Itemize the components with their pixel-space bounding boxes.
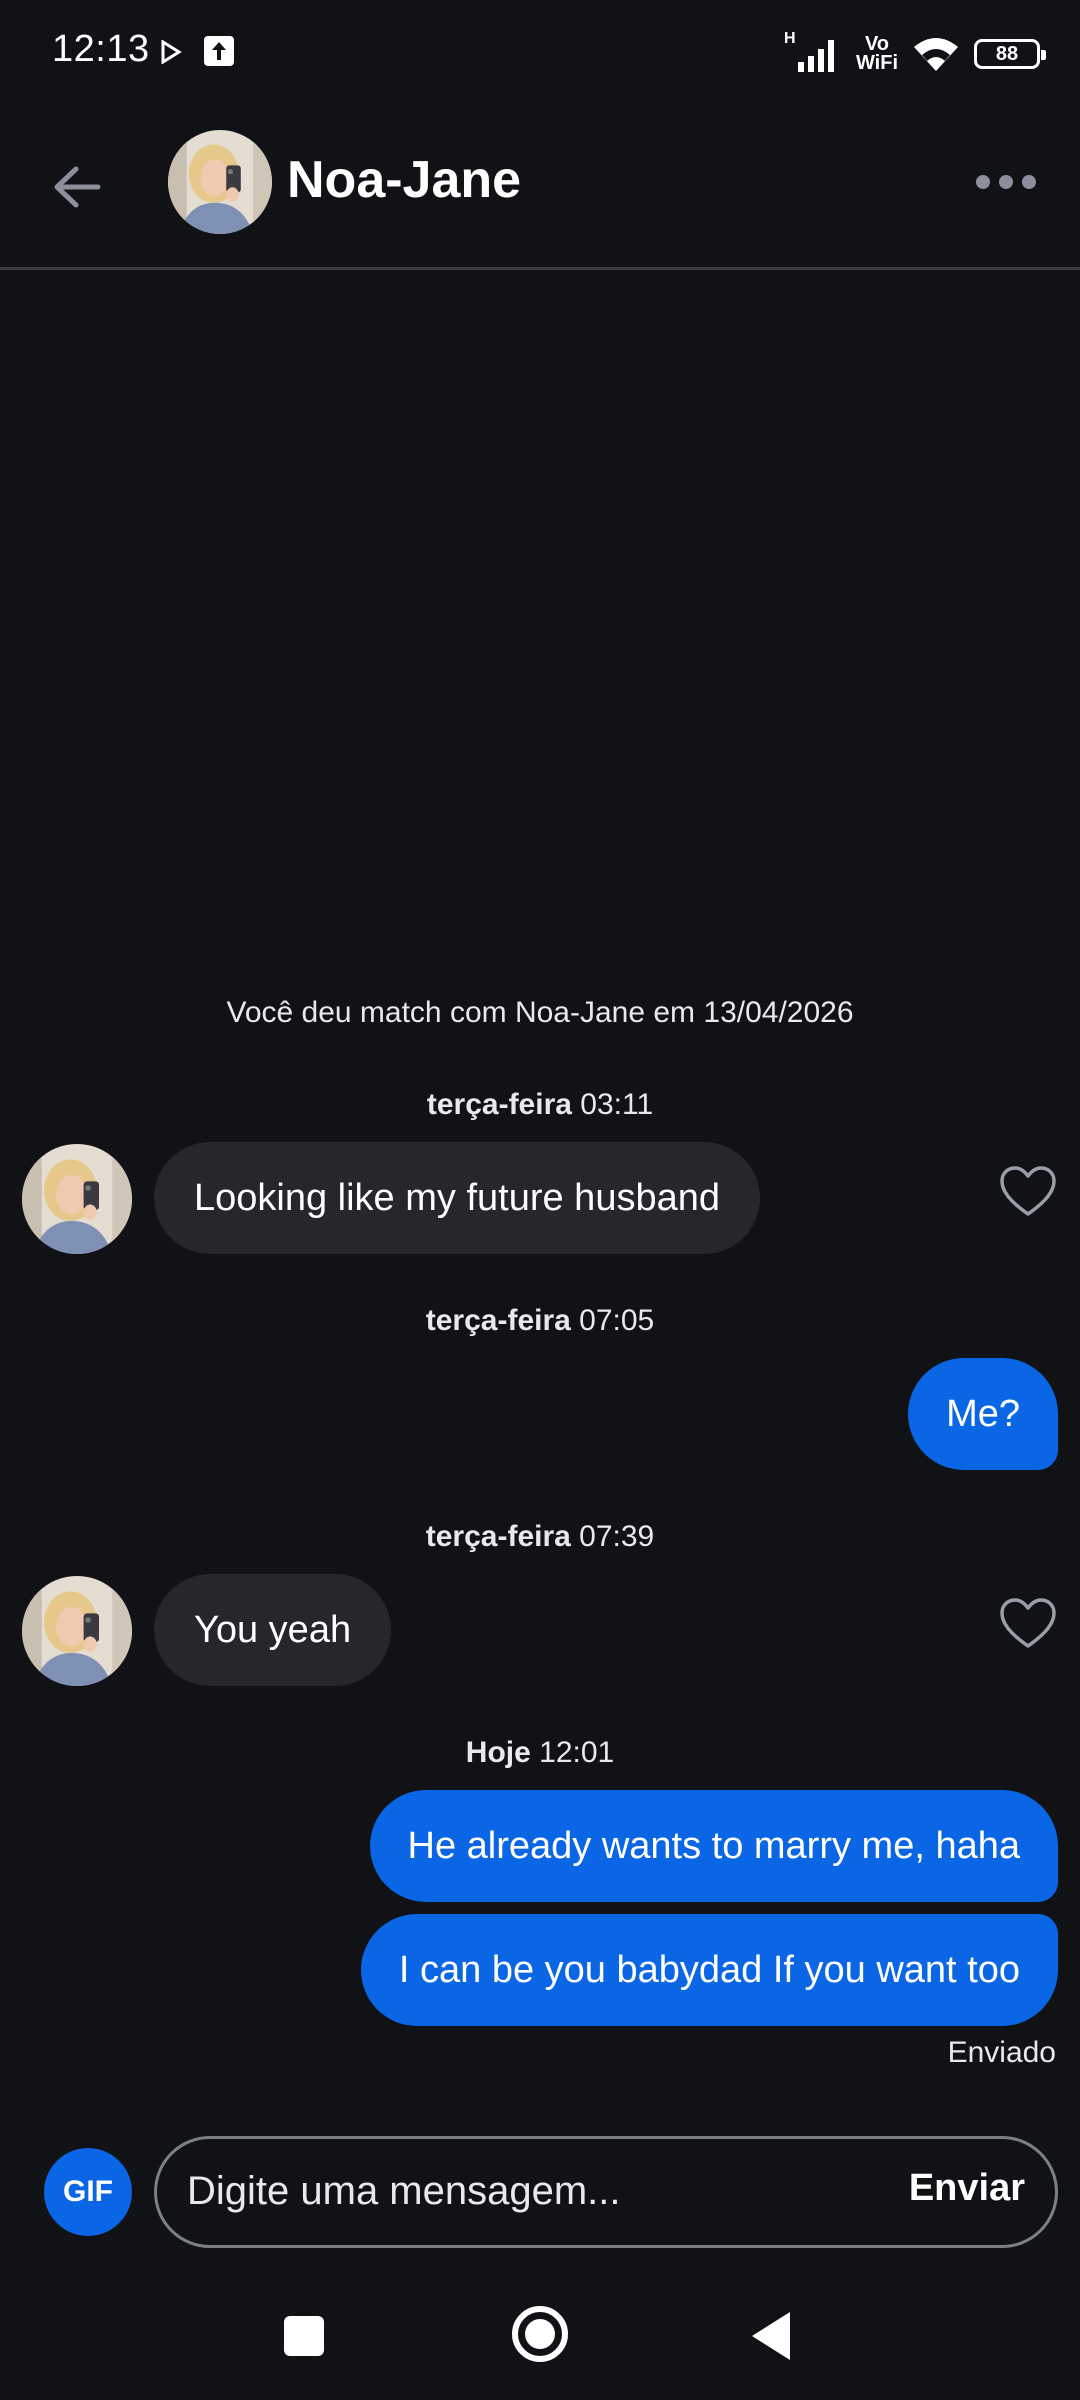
- signal-icon: H: [784, 30, 842, 74]
- incoming-message[interactable]: Looking like my future husband: [154, 1142, 760, 1254]
- upload-icon: [204, 36, 234, 66]
- more-options-button[interactable]: [968, 162, 1044, 202]
- message-placeholder: Digite uma mensagem...: [187, 2169, 621, 2213]
- battery-level: 88: [995, 42, 1019, 65]
- sender-avatar[interactable]: [22, 1576, 132, 1686]
- wifi-icon: [914, 38, 958, 71]
- more-icon: [976, 175, 990, 189]
- timestamp-label: terça-feira 07:39: [0, 1520, 1080, 1554]
- back-button[interactable]: [46, 156, 108, 218]
- timestamp-label: terça-feira 03:11: [0, 1088, 1080, 1122]
- timestamp-day: Hoje: [465, 1736, 531, 1769]
- timestamp-time: 07:05: [579, 1304, 655, 1337]
- gif-button[interactable]: GIF: [44, 2148, 132, 2236]
- play-icon: [161, 40, 182, 64]
- chat-screen: 12:13 H Vo WiFi 88 Noa-Jane Você deu mat…: [0, 0, 1080, 2400]
- status-bar: 12:13 H Vo WiFi 88: [0, 0, 1080, 110]
- more-icon-dot: [999, 175, 1013, 189]
- sent-status: Enviado: [947, 2036, 1056, 2069]
- status-time: 12:13: [52, 28, 150, 70]
- send-button[interactable]: Enviar: [909, 2167, 1025, 2210]
- profile-avatar[interactable]: [168, 130, 272, 234]
- timestamp-day: terça-feira: [425, 1304, 571, 1337]
- vowifi-indicator: Vo WiFi: [855, 34, 898, 74]
- avatar-photo: [22, 1144, 132, 1254]
- contact-name[interactable]: Noa-Jane: [287, 150, 521, 210]
- timestamp-time: 12:01: [539, 1736, 615, 1769]
- timestamp-label: Hoje 12:01: [0, 1736, 1080, 1770]
- timestamp-day: terça-feira: [425, 1520, 571, 1553]
- battery-icon: 88: [974, 39, 1046, 69]
- sender-avatar[interactable]: [22, 1144, 132, 1254]
- heart-icon[interactable]: [998, 1594, 1058, 1654]
- status-icons: H Vo WiFi 88: [784, 30, 1046, 78]
- avatar-photo: [22, 1576, 132, 1686]
- outgoing-message[interactable]: He already wants to marry me, haha: [369, 1790, 1058, 1902]
- incoming-message[interactable]: You yeah: [154, 1574, 392, 1686]
- match-notice: Você deu match com Noa-Jane em 13/04/202…: [226, 996, 854, 1029]
- timestamp-time: 03:11: [580, 1088, 654, 1121]
- vowifi-bottom: WiFi: [855, 52, 898, 74]
- timestamp-label: terça-feira 07:05: [0, 1304, 1080, 1338]
- more-icon-dot: [1022, 175, 1036, 189]
- avatar-photo: [168, 130, 272, 234]
- outgoing-message[interactable]: I can be you babydad If you want too: [360, 1914, 1058, 2026]
- nav-back-icon[interactable]: [752, 2312, 790, 2360]
- timestamp-day: terça-feira: [426, 1088, 572, 1121]
- message-input[interactable]: Digite uma mensagem... Enviar: [154, 2136, 1058, 2248]
- recents-icon[interactable]: [284, 2316, 324, 2356]
- heart-icon[interactable]: [998, 1162, 1058, 1222]
- back-arrow-icon: [54, 166, 101, 208]
- system-nav-bar: [0, 2280, 1080, 2400]
- chat-header: Noa-Jane: [0, 110, 1080, 270]
- outgoing-message[interactable]: Me?: [908, 1358, 1058, 1470]
- home-icon[interactable]: [512, 2306, 568, 2362]
- timestamp-time: 07:39: [579, 1520, 655, 1553]
